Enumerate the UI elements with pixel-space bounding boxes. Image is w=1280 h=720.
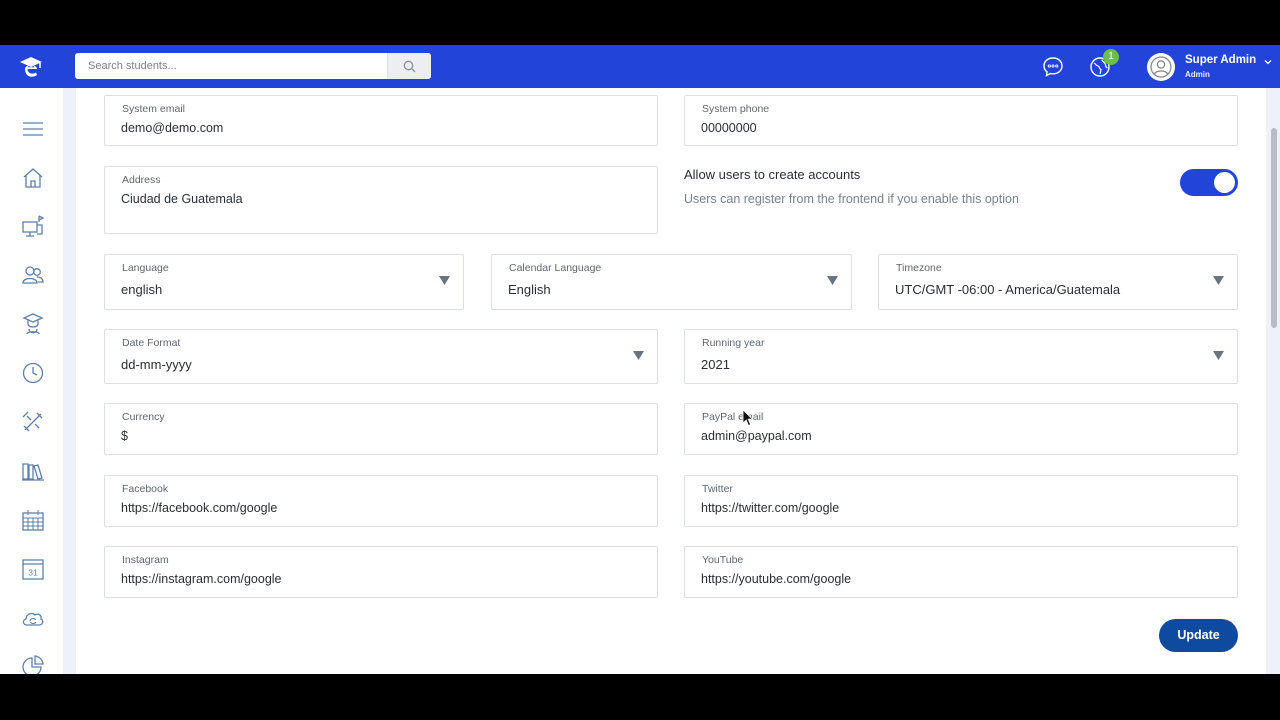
calendar-language-select[interactable]: Calendar Language English	[491, 254, 852, 310]
user-name[interactable]: Super Admin	[1185, 54, 1256, 66]
dropdown-arrow-icon	[1213, 276, 1224, 285]
mouse-cursor-icon	[742, 409, 754, 427]
dropdown-arrow-icon	[633, 351, 644, 360]
top-navbar: 1 Super Admin Admin	[0, 45, 1280, 88]
toggle-knob	[1214, 172, 1235, 193]
update-button[interactable]: Update	[1159, 619, 1238, 652]
home-icon[interactable]	[21, 166, 45, 190]
search-button[interactable]	[387, 53, 431, 79]
page-scrollbar[interactable]	[1268, 88, 1280, 674]
allow-accounts-title: Allow users to create accounts	[684, 167, 861, 182]
user-avatar[interactable]	[1147, 53, 1175, 81]
notification-badge: 1	[1103, 49, 1119, 65]
search-input[interactable]	[75, 53, 387, 79]
menu-icon[interactable]	[21, 117, 45, 141]
student-search	[75, 53, 431, 79]
calendar-31-icon[interactable]: 31	[21, 557, 45, 581]
user-icon	[1150, 56, 1172, 78]
tools-icon[interactable]	[21, 410, 45, 434]
pie-chart-icon[interactable]	[21, 654, 45, 674]
facebook-field[interactable]: Facebook https://facebook.com/google	[104, 475, 658, 527]
scrollbar-thumb[interactable]	[1271, 128, 1277, 328]
graduate-icon[interactable]	[21, 312, 45, 336]
clock-icon[interactable]	[21, 361, 45, 385]
dropdown-arrow-icon	[827, 276, 838, 285]
allow-accounts-description: Users can register from the frontend if …	[684, 192, 1019, 206]
app-logo-icon[interactable]	[18, 54, 44, 80]
library-icon[interactable]	[21, 459, 45, 483]
instagram-field[interactable]: Instagram https://instagram.com/google	[104, 546, 658, 598]
chat-icon[interactable]	[1042, 56, 1064, 78]
dropdown-arrow-icon	[439, 276, 450, 285]
chevron-down-icon[interactable]	[1263, 57, 1273, 67]
timezone-select[interactable]: Timezone UTC/GMT -06:00 - America/Guatem…	[878, 254, 1238, 310]
dropdown-arrow-icon	[1213, 351, 1224, 360]
address-field[interactable]: Address Ciudad de Guatemala	[104, 166, 658, 234]
sidebar: 31	[0, 88, 63, 674]
search-icon	[403, 60, 416, 72]
running-year-select[interactable]: Running year 2021	[684, 329, 1238, 384]
calendar-grid-icon[interactable]	[21, 508, 45, 532]
youtube-field[interactable]: YouTube https://youtube.com/google	[684, 546, 1238, 598]
allow-accounts-toggle[interactable]	[1180, 169, 1238, 196]
app-screen: 1 Super Admin Admin	[0, 45, 1280, 674]
user-role: Admin	[1185, 70, 1210, 79]
cloud-sync-icon[interactable]	[21, 606, 45, 630]
currency-field[interactable]: Currency $	[104, 403, 658, 455]
classroom-icon[interactable]	[21, 214, 45, 238]
twitter-field[interactable]: Twitter https://twitter.com/google	[684, 475, 1238, 527]
system-phone-field[interactable]: System phone 00000000	[684, 95, 1238, 146]
date-format-select[interactable]: Date Format dd-mm-yyyy	[104, 329, 658, 384]
language-select[interactable]: Language english	[104, 254, 464, 310]
system-email-field[interactable]: System email demo@demo.com	[104, 95, 658, 146]
paypal-email-field[interactable]: PayPal email admin@paypal.com	[684, 403, 1238, 455]
users-icon[interactable]	[21, 263, 45, 287]
svg-text:31: 31	[28, 568, 38, 578]
